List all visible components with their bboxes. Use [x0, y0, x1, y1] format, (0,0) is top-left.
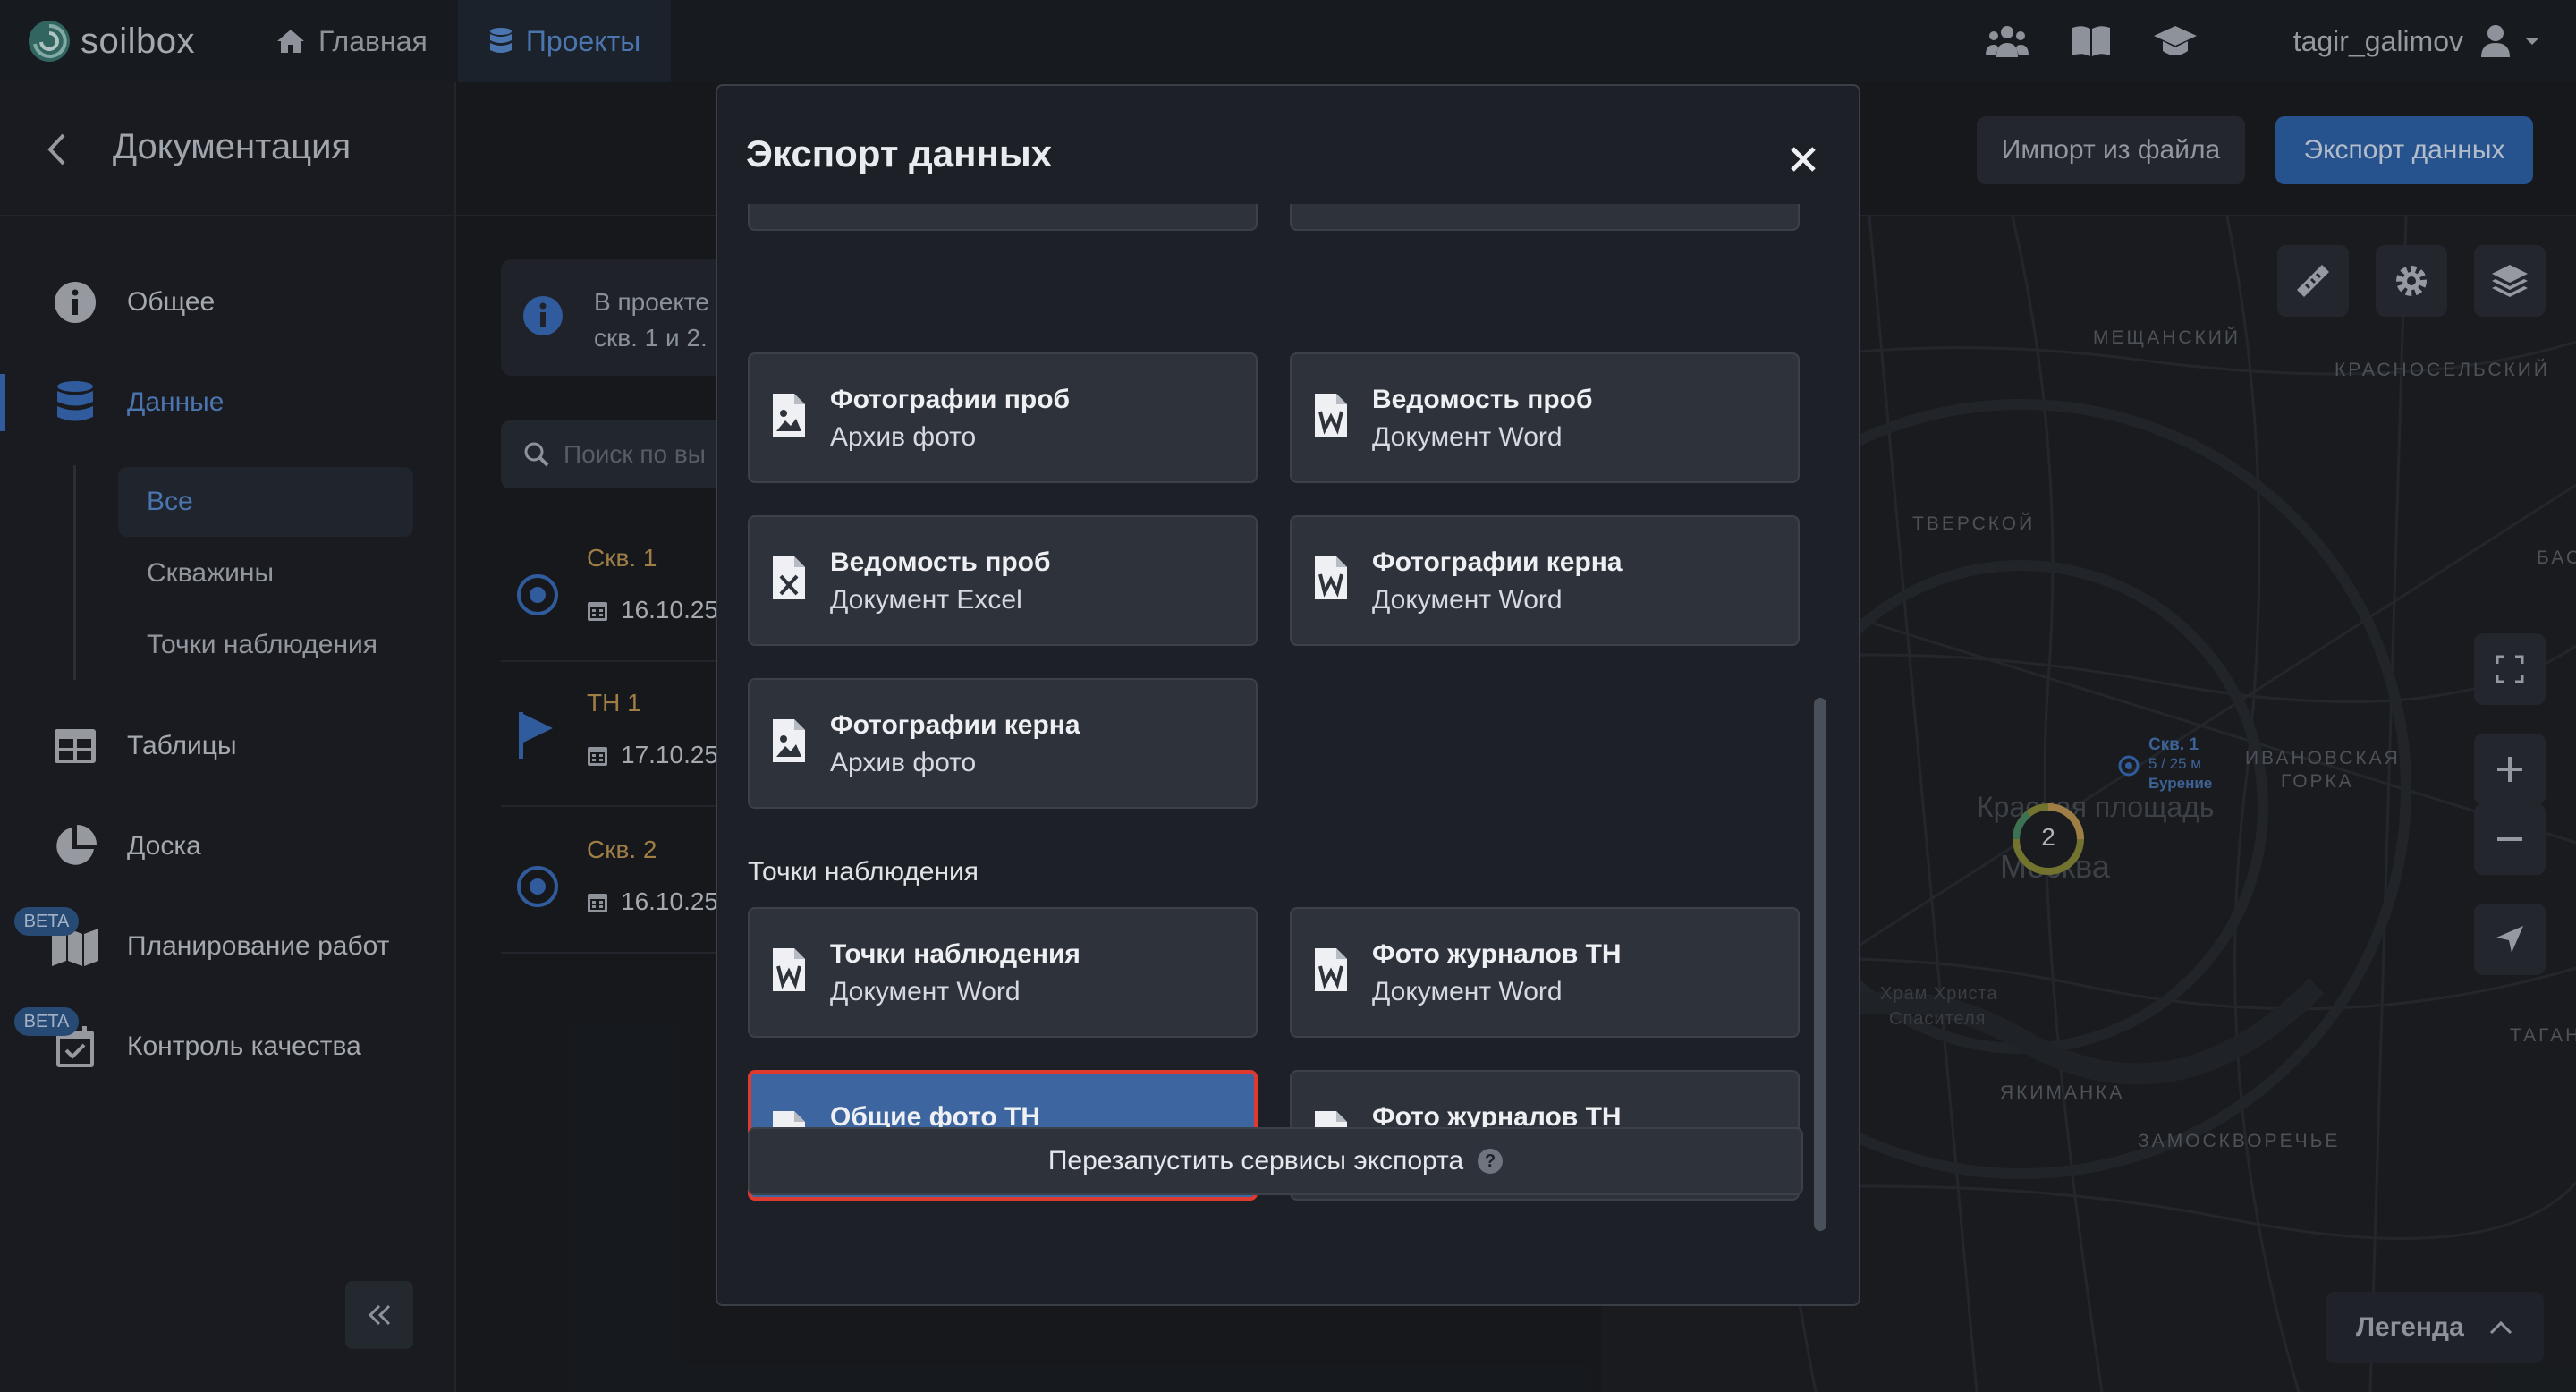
- close-button[interactable]: [1776, 132, 1830, 186]
- export-tile-sample-photos[interactable]: Фотографии проб Архив фото: [748, 352, 1258, 483]
- file-word-icon: [1315, 556, 1347, 599]
- tile-name: Точки наблюдения: [830, 939, 1080, 969]
- export-tile-sample-sheet-excel[interactable]: Ведомость проб Документ Excel: [748, 515, 1258, 646]
- export-tile-observation-points-word[interactable]: Точки наблюдения Документ Word: [748, 907, 1258, 1038]
- close-icon: [1791, 147, 1816, 172]
- modal-title: Экспорт данных: [746, 132, 1053, 174]
- tile-name: Фотографии керна: [1372, 547, 1623, 577]
- file-excel-icon: [773, 556, 805, 599]
- export-tile-partial[interactable]: [1290, 204, 1800, 231]
- file-word-icon: [773, 948, 805, 991]
- restart-label: Перезапустить сервисы экспорта: [1047, 1146, 1464, 1176]
- restart-export-services-button[interactable]: Перезапустить сервисы экспорта ?: [748, 1127, 1803, 1195]
- tile-type: Документ Word: [1372, 422, 1563, 452]
- file-image-icon: [773, 394, 805, 437]
- tile-name: Ведомость проб: [1372, 385, 1593, 414]
- export-tile-core-photos-archive[interactable]: Фотографии керна Архив фото: [748, 678, 1258, 809]
- tile-type: Документ Word: [1372, 585, 1563, 615]
- tile-name: Ведомость проб: [830, 547, 1051, 577]
- export-tile-sample-sheet-word[interactable]: Ведомость проб Документ Word: [1290, 352, 1800, 483]
- tile-name: Фото журналов ТН: [1372, 939, 1622, 969]
- file-image-icon: [773, 719, 805, 762]
- tile-name: Фотографии проб: [830, 385, 1071, 414]
- export-tile-core-photos-word[interactable]: Фотографии керна Документ Word: [1290, 515, 1800, 646]
- tile-type: Архив фото: [830, 748, 977, 777]
- tile-type: Документ Word: [1372, 977, 1563, 1006]
- file-word-icon: [1315, 948, 1347, 991]
- help-icon[interactable]: ?: [1478, 1149, 1504, 1174]
- modal-scrollbar[interactable]: [1814, 698, 1826, 1231]
- tile-type: Документ Excel: [830, 585, 1022, 615]
- tile-type: Архив фото: [830, 422, 977, 452]
- export-tile-journal-photos-word[interactable]: Фото журналов ТН Документ Word: [1290, 907, 1800, 1038]
- tile-name: Фотографии керна: [830, 710, 1080, 740]
- section-observation-points: Точки наблюдения: [748, 857, 979, 887]
- export-tile-partial[interactable]: [748, 204, 1258, 231]
- tile-type: Документ Word: [830, 977, 1021, 1006]
- file-word-icon: [1315, 394, 1347, 437]
- export-modal: Экспорт данных Фотографии проб Архив фот…: [716, 84, 1860, 1306]
